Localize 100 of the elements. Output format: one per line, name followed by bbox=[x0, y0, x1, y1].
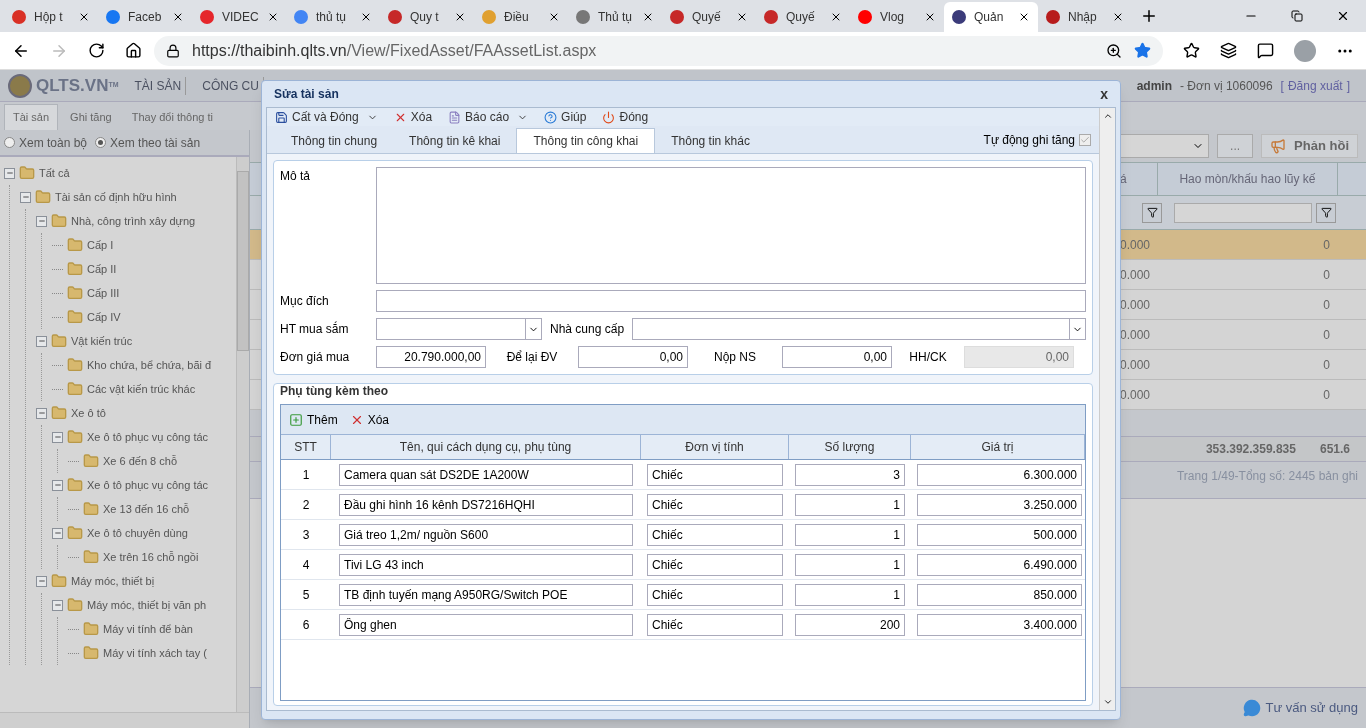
toolbar-button[interactable]: Xóa bbox=[393, 108, 433, 126]
scrollbar[interactable] bbox=[1099, 108, 1115, 710]
collapse-toggle[interactable] bbox=[36, 407, 47, 419]
collapse-toggle[interactable] bbox=[20, 191, 31, 203]
toolbar-button[interactable]: Giúp bbox=[544, 108, 587, 126]
unit-field[interactable]: Chiếc bbox=[647, 493, 783, 516]
browser-tab[interactable]: Điều bbox=[474, 2, 568, 32]
checkbox[interactable] bbox=[1079, 133, 1091, 146]
name-field[interactable]: Tivi LG 43 inch bbox=[339, 553, 633, 576]
toolbar-button[interactable]: Cất và Đóng bbox=[275, 108, 378, 126]
value-field[interactable]: 6.490.000 bbox=[917, 553, 1082, 576]
radio-button[interactable] bbox=[4, 137, 15, 148]
close-button[interactable]: x bbox=[1100, 83, 1108, 105]
close-icon[interactable] bbox=[360, 11, 372, 23]
close-icon[interactable] bbox=[454, 11, 466, 23]
value-field[interactable]: 3.250.000 bbox=[917, 493, 1082, 516]
zoom-icon[interactable] bbox=[1106, 42, 1122, 59]
browser-tab[interactable]: Quyế bbox=[756, 2, 850, 32]
unit-price-field[interactable]: 20.790.000,00 bbox=[376, 346, 486, 368]
tree-item[interactable]: Nhà, công trình xây dựng bbox=[71, 212, 196, 230]
tree-item[interactable]: Xe ô tô bbox=[71, 404, 106, 422]
toolbar-button[interactable]: Báo cáo bbox=[448, 108, 529, 126]
browser-tab[interactable]: thủ tụ bbox=[286, 2, 380, 32]
tree-item[interactable]: Máy móc, thiết bị bbox=[71, 572, 155, 590]
paid-state-field[interactable]: 0,00 bbox=[782, 346, 892, 368]
dialog-tab[interactable]: Thông tin kê khai bbox=[393, 128, 517, 153]
toolbar-button[interactable]: Đóng bbox=[602, 108, 649, 126]
collapse-toggle[interactable] bbox=[52, 599, 63, 611]
tree-item[interactable]: Xe ô tô chuyên dùng bbox=[87, 524, 188, 542]
close-icon[interactable] bbox=[924, 11, 936, 23]
browser-tab[interactable]: Quản bbox=[944, 2, 1038, 32]
tree-item[interactable]: Cấp II bbox=[87, 260, 117, 278]
tree-item[interactable]: Các vật kiến trúc khác bbox=[87, 380, 196, 398]
value-field[interactable]: 500.000 bbox=[917, 523, 1082, 546]
quantity-field[interactable]: 1 bbox=[795, 583, 905, 606]
horizontal-scrollbar[interactable] bbox=[0, 712, 249, 728]
tree-item[interactable]: Máy vi tính để bàn bbox=[103, 620, 193, 638]
collapse-toggle[interactable] bbox=[52, 479, 63, 491]
avatar-icon[interactable] bbox=[1294, 39, 1316, 62]
collapse-toggle[interactable] bbox=[36, 575, 47, 587]
purpose-field[interactable] bbox=[376, 290, 1086, 312]
new-tab-icon[interactable] bbox=[1140, 7, 1158, 25]
home-icon[interactable] bbox=[125, 42, 142, 59]
close-icon[interactable] bbox=[736, 11, 748, 23]
tree-item[interactable]: Kho chứa, bể chứa, bãi đ bbox=[87, 356, 212, 374]
filter-icon[interactable] bbox=[1320, 207, 1332, 218]
tree-item[interactable]: Xe trên 16 chỗ ngồi bbox=[103, 548, 199, 566]
app-tab[interactable]: Tài sản bbox=[4, 104, 59, 130]
scrollbar[interactable] bbox=[236, 157, 249, 712]
browser-tab[interactable]: Faceb bbox=[98, 2, 192, 32]
add-button[interactable]: Thêm bbox=[289, 410, 338, 429]
tree-item[interactable]: Máy vi tính xách tay ( bbox=[103, 644, 207, 662]
close-icon[interactable] bbox=[1018, 11, 1030, 23]
tree-item[interactable]: Cấp III bbox=[87, 284, 120, 302]
tree-item[interactable]: Xe 13 đến 16 chỗ bbox=[103, 500, 190, 518]
close-icon[interactable] bbox=[78, 11, 90, 23]
unit-field[interactable]: Chiếc bbox=[647, 553, 783, 576]
quantity-field[interactable]: 1 bbox=[795, 523, 905, 546]
browser-tab[interactable]: VIDEC bbox=[192, 2, 286, 32]
value-field[interactable]: 850.000 bbox=[917, 583, 1082, 606]
column-header[interactable]: Hao mòn/khấu hao lũy kế bbox=[1158, 163, 1338, 195]
tree-item[interactable]: Cấp I bbox=[87, 236, 114, 254]
value-field[interactable]: 6.300.000 bbox=[917, 463, 1082, 486]
browser-tab[interactable]: Nhập bbox=[1038, 2, 1132, 32]
collapse-toggle[interactable] bbox=[4, 167, 15, 179]
scroll-down-icon[interactable] bbox=[1102, 697, 1113, 707]
browser-tab[interactable]: Hộp t bbox=[4, 2, 98, 32]
collapse-toggle[interactable] bbox=[36, 335, 47, 347]
close-icon[interactable] bbox=[548, 11, 560, 23]
retained-field[interactable]: 0,00 bbox=[578, 346, 688, 368]
name-field[interactable]: TB định tuyến mạng A950RG/Switch POE bbox=[339, 583, 633, 606]
dialog-tab[interactable]: Thông tin chung bbox=[275, 128, 394, 153]
close-icon[interactable] bbox=[642, 11, 654, 23]
name-field[interactable]: Camera quan sát DS2DE 1A200W bbox=[339, 463, 633, 486]
quantity-field[interactable]: 1 bbox=[795, 553, 905, 576]
unit-field[interactable]: Chiếc bbox=[647, 613, 783, 636]
refresh-icon[interactable] bbox=[88, 42, 105, 59]
close-icon[interactable] bbox=[830, 11, 842, 23]
unit-field[interactable]: Chiếc bbox=[647, 463, 783, 486]
quantity-field[interactable]: 200 bbox=[795, 613, 905, 636]
close-icon[interactable] bbox=[1112, 11, 1124, 23]
quantity-field[interactable]: 1 bbox=[795, 493, 905, 516]
tree-item[interactable]: Xe ô tô phục vụ công tác bbox=[87, 428, 209, 446]
dialog-tab[interactable]: Thông tin công khai bbox=[516, 128, 656, 153]
app-tab[interactable]: Ghi tăng bbox=[62, 104, 120, 130]
filter-field[interactable] bbox=[1174, 202, 1312, 223]
delete-button[interactable]: Xóa bbox=[349, 410, 390, 429]
collections-icon[interactable] bbox=[1220, 42, 1237, 59]
close-icon[interactable] bbox=[1336, 9, 1350, 23]
collapse-toggle[interactable] bbox=[52, 431, 63, 443]
unit-field[interactable]: Chiếc bbox=[647, 583, 783, 606]
close-icon[interactable] bbox=[172, 11, 184, 23]
description-field[interactable] bbox=[376, 167, 1086, 284]
browser-tab[interactable]: Vlog bbox=[850, 2, 944, 32]
tree-item[interactable]: Tài sản cố định hữu hình bbox=[55, 188, 177, 206]
tree-item[interactable]: Vật kiến trúc bbox=[71, 332, 133, 350]
tree-item[interactable]: Tất cả bbox=[39, 164, 70, 182]
name-field[interactable]: Giá treo 1,2m/ nguồn S600 bbox=[339, 523, 633, 546]
tree-item[interactable]: Xe ô tô phục vụ công tác bbox=[87, 476, 209, 494]
value-field[interactable]: 3.400.000 bbox=[917, 613, 1082, 636]
